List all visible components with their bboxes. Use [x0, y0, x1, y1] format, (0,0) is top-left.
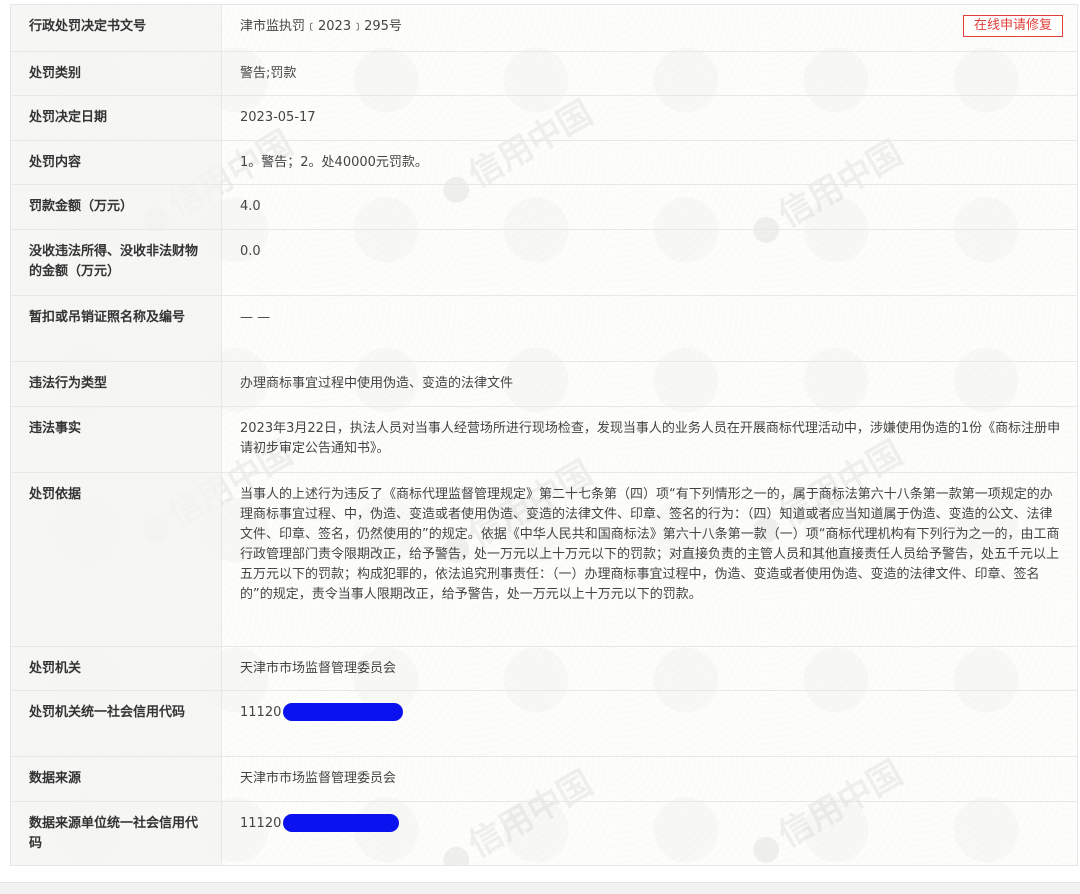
credit-code-prefix: 11120: [240, 704, 282, 720]
table-row: 处罚机关 天津市市场监督管理委员会: [11, 646, 1077, 691]
row-label: 罚款金额（万元）: [11, 184, 222, 230]
row-label: 数据来源: [11, 756, 222, 802]
redaction-mark: [283, 814, 400, 832]
row-value: 0.0: [221, 229, 1077, 296]
row-value: 2023-05-17: [221, 95, 1077, 141]
row-label: 违法行为类型: [11, 361, 222, 407]
table-row: 没收违法所得、没收非法财物的金额（万元） 0.0: [11, 229, 1077, 296]
row-label: 行政处罚决定书文号: [11, 5, 222, 52]
table-row: 违法行为类型 办理商标事宜过程中使用伪造、变造的法律文件: [11, 361, 1077, 407]
row-label: 处罚依据: [11, 472, 222, 647]
row-value: 天津市市场监督管理委员会: [221, 756, 1077, 802]
row-label: 没收违法所得、没收非法财物的金额（万元）: [11, 229, 222, 296]
table-row: 数据来源单位统一社会信用代码 11120: [11, 801, 1077, 865]
decision-number: 津市监执罚﹝2023﹞295号: [240, 19, 402, 34]
table-row: 数据来源 天津市市场监督管理委员会: [11, 756, 1077, 802]
table-row: 处罚依据 当事人的上述行为违反了《商标代理监督管理规定》第二十七条第（四）项“有…: [11, 472, 1077, 647]
credit-code-prefix: 11120: [240, 815, 282, 831]
row-label: 暂扣或吊销证照名称及编号: [11, 295, 222, 362]
row-value: 1。警告；2。处40000元罚款。: [221, 140, 1077, 185]
row-value: — —: [221, 295, 1077, 362]
row-label: 处罚机关统一社会信用代码: [11, 690, 222, 757]
table-row: 暂扣或吊销证照名称及编号 — —: [11, 295, 1077, 362]
row-value: 4.0: [221, 184, 1077, 230]
row-label: 数据来源单位统一社会信用代码: [11, 801, 222, 865]
row-value: 2023年3月22日，执法人员对当事人经营场所进行现场检查，发现当事人的业务人员…: [221, 406, 1077, 473]
redaction-mark: [283, 703, 404, 721]
online-repair-button[interactable]: 在线申请修复: [962, 15, 1063, 37]
row-value: 在线申请修复 津市监执罚﹝2023﹞295号: [221, 5, 1077, 52]
row-label: 处罚决定日期: [11, 95, 222, 141]
penalty-table: 行政处罚决定书文号 在线申请修复 津市监执罚﹝2023﹞295号 处罚类别 警告…: [11, 5, 1077, 865]
table-row: 违法事实 2023年3月22日，执法人员对当事人经营场所进行现场检查，发现当事人…: [11, 406, 1077, 473]
table-row: 罚款金额（万元） 4.0: [11, 184, 1077, 230]
row-value: 天津市市场监督管理委员会: [221, 646, 1077, 691]
row-label: 违法事实: [11, 406, 222, 473]
row-label: 处罚类别: [11, 51, 222, 96]
row-value: 当事人的上述行为违反了《商标代理监督管理规定》第二十七条第（四）项“有下列情形之…: [221, 472, 1077, 647]
row-label: 处罚机关: [11, 646, 222, 691]
row-label: 处罚内容: [11, 140, 222, 185]
bottom-bar: [0, 882, 1080, 894]
penalty-detail-panel: 信用中国 信用中国 信用中国 信用中国 信用中国 信用中国 信用中国 信用中国 …: [10, 4, 1078, 866]
table-row: 处罚类别 警告;罚款: [11, 51, 1077, 96]
row-value: 警告;罚款: [221, 51, 1077, 96]
table-row: 行政处罚决定书文号 在线申请修复 津市监执罚﹝2023﹞295号: [11, 5, 1077, 52]
row-value: 11120: [222, 801, 1078, 865]
table-row: 处罚内容 1。警告；2。处40000元罚款。: [11, 140, 1077, 185]
table-row: 处罚决定日期 2023-05-17: [11, 95, 1077, 141]
row-value: 11120: [221, 690, 1077, 757]
row-value: 办理商标事宜过程中使用伪造、变造的法律文件: [221, 361, 1077, 407]
table-row: 处罚机关统一社会信用代码 11120: [11, 690, 1077, 757]
